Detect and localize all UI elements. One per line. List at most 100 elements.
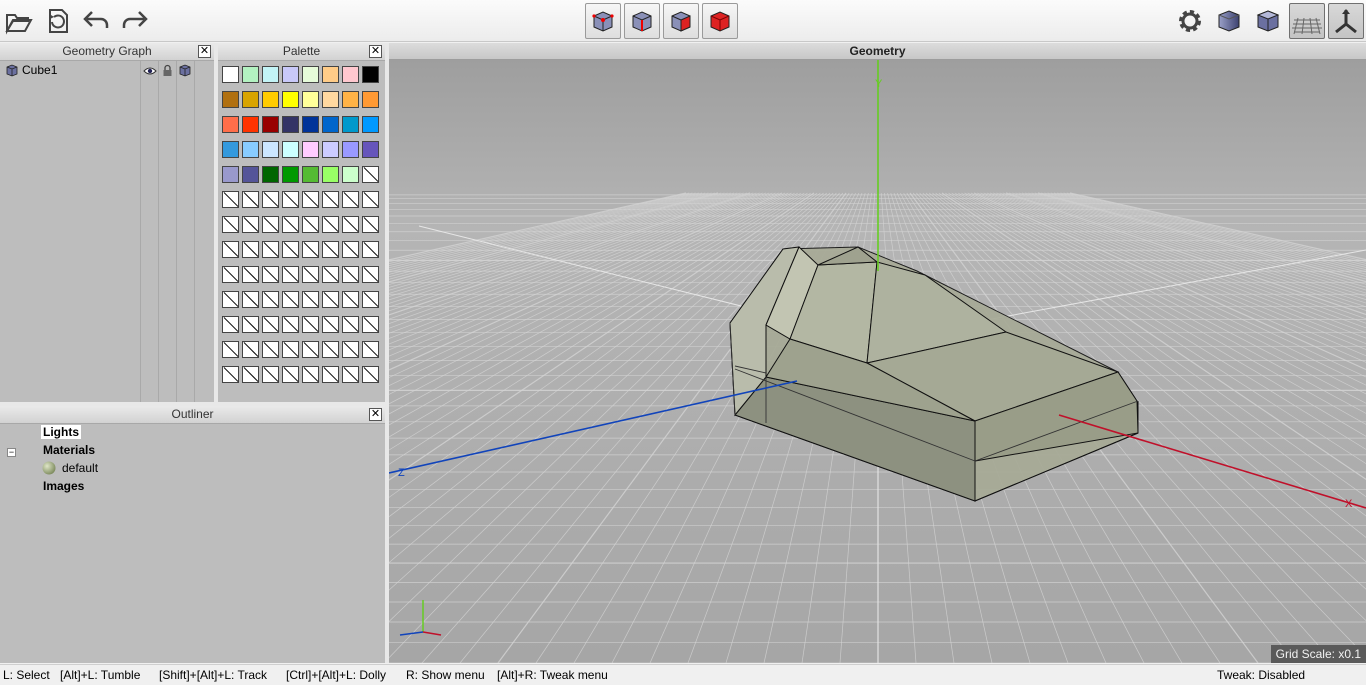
palette-swatch[interactable] xyxy=(242,141,259,158)
palette-empty-swatch[interactable] xyxy=(262,291,279,308)
palette-empty-swatch[interactable] xyxy=(262,241,279,258)
palette-swatch[interactable] xyxy=(222,66,239,83)
palette-empty-swatch[interactable] xyxy=(242,291,259,308)
palette-empty-swatch[interactable] xyxy=(242,341,259,358)
palette-swatch[interactable] xyxy=(262,166,279,183)
palette-empty-swatch[interactable] xyxy=(262,366,279,383)
smooth-shading-button[interactable] xyxy=(1211,3,1247,39)
palette-empty-swatch[interactable] xyxy=(282,266,299,283)
palette-swatch[interactable] xyxy=(362,91,379,108)
palette-swatch[interactable] xyxy=(282,91,299,108)
palette-swatch[interactable] xyxy=(242,116,259,133)
palette-empty-swatch[interactable] xyxy=(242,241,259,258)
palette-empty-swatch[interactable] xyxy=(222,341,239,358)
palette-empty-swatch[interactable] xyxy=(282,291,299,308)
palette-swatch[interactable] xyxy=(342,116,359,133)
palette-swatch[interactable] xyxy=(362,66,379,83)
palette-empty-swatch[interactable] xyxy=(362,266,379,283)
palette-empty-swatch[interactable] xyxy=(282,191,299,208)
palette-swatch[interactable] xyxy=(222,116,239,133)
palette-empty-swatch[interactable] xyxy=(342,191,359,208)
palette-empty-swatch[interactable] xyxy=(242,191,259,208)
palette-empty-swatch[interactable] xyxy=(262,266,279,283)
palette-swatch[interactable] xyxy=(342,66,359,83)
settings-button[interactable] xyxy=(1172,3,1208,39)
palette-empty-swatch[interactable] xyxy=(282,341,299,358)
palette-swatch[interactable] xyxy=(342,91,359,108)
palette-empty-swatch[interactable] xyxy=(362,316,379,333)
axes-toggle[interactable] xyxy=(1328,3,1364,39)
flat-shading-button[interactable] xyxy=(1250,3,1286,39)
palette-swatch[interactable] xyxy=(322,66,339,83)
palette-swatch[interactable] xyxy=(302,66,319,83)
palette-empty-swatch[interactable] xyxy=(302,241,319,258)
palette-empty-swatch[interactable] xyxy=(222,291,239,308)
palette-swatch[interactable] xyxy=(222,141,239,158)
cube-small-icon[interactable] xyxy=(179,64,191,77)
palette-empty-swatch[interactable] xyxy=(362,241,379,258)
palette-swatch[interactable] xyxy=(282,166,299,183)
palette-empty-swatch[interactable] xyxy=(222,216,239,233)
palette-empty-swatch[interactable] xyxy=(302,291,319,308)
palette-empty-swatch[interactable] xyxy=(342,291,359,308)
palette-empty-swatch[interactable] xyxy=(302,316,319,333)
palette-swatch[interactable] xyxy=(242,166,259,183)
palette-empty-swatch[interactable] xyxy=(222,316,239,333)
material-item-default[interactable]: default xyxy=(62,461,98,475)
palette-swatch[interactable] xyxy=(282,66,299,83)
geometry-graph-close-button[interactable]: ✕ xyxy=(198,45,211,58)
palette-swatch[interactable] xyxy=(362,141,379,158)
vertex-select-mode-button[interactable] xyxy=(585,3,621,39)
palette-empty-swatch[interactable] xyxy=(302,216,319,233)
geometry-viewport[interactable]: Y Z X Geometry Grid Scale: x0.1 xyxy=(389,43,1366,663)
palette-empty-swatch[interactable] xyxy=(262,191,279,208)
outliner-materials[interactable]: Materials xyxy=(43,443,95,457)
palette-empty-swatch[interactable] xyxy=(262,216,279,233)
palette-empty-swatch[interactable] xyxy=(302,191,319,208)
edge-select-mode-button[interactable] xyxy=(624,3,660,39)
materials-collapse-toggle[interactable]: − xyxy=(7,448,16,457)
palette-empty-swatch[interactable] xyxy=(322,341,339,358)
eye-icon[interactable] xyxy=(143,65,157,77)
redo-button[interactable] xyxy=(117,3,153,39)
palette-empty-swatch[interactable] xyxy=(302,266,319,283)
palette-empty-swatch[interactable] xyxy=(222,191,239,208)
palette-empty-swatch[interactable] xyxy=(362,366,379,383)
palette-swatch[interactable] xyxy=(322,116,339,133)
palette-empty-swatch[interactable] xyxy=(342,366,359,383)
palette-swatch[interactable] xyxy=(302,166,319,183)
palette-empty-swatch[interactable] xyxy=(282,316,299,333)
palette-empty-swatch[interactable] xyxy=(322,191,339,208)
palette-swatch[interactable] xyxy=(302,141,319,158)
palette-empty-swatch[interactable] xyxy=(322,291,339,308)
palette-empty-swatch[interactable] xyxy=(342,241,359,258)
palette-empty-swatch[interactable] xyxy=(302,366,319,383)
palette-empty-swatch[interactable] xyxy=(342,316,359,333)
body-select-mode-button[interactable] xyxy=(702,3,738,39)
palette-swatch[interactable] xyxy=(322,141,339,158)
palette-swatch[interactable] xyxy=(262,116,279,133)
palette-swatch[interactable] xyxy=(342,166,359,183)
graph-item-row[interactable]: Cube1 xyxy=(0,63,214,82)
palette-empty-swatch[interactable] xyxy=(282,241,299,258)
palette-swatch[interactable] xyxy=(322,166,339,183)
palette-swatch[interactable] xyxy=(242,91,259,108)
palette-swatch[interactable] xyxy=(322,91,339,108)
palette-swatch[interactable] xyxy=(242,66,259,83)
face-select-mode-button[interactable] xyxy=(663,3,699,39)
palette-empty-swatch[interactable] xyxy=(242,316,259,333)
palette-empty-swatch[interactable] xyxy=(222,266,239,283)
palette-swatch[interactable] xyxy=(282,141,299,158)
palette-empty-swatch[interactable] xyxy=(362,341,379,358)
palette-empty-swatch[interactable] xyxy=(242,366,259,383)
palette-swatch[interactable] xyxy=(302,116,319,133)
palette-empty-swatch[interactable] xyxy=(282,216,299,233)
palette-close-button[interactable]: ✕ xyxy=(369,45,382,58)
palette-empty-swatch[interactable] xyxy=(362,191,379,208)
palette-empty-swatch[interactable] xyxy=(222,366,239,383)
palette-empty-swatch[interactable] xyxy=(322,316,339,333)
open-file-button[interactable] xyxy=(1,3,37,39)
ground-plane-toggle[interactable] xyxy=(1289,3,1325,39)
palette-swatch[interactable] xyxy=(262,141,279,158)
palette-swatch[interactable] xyxy=(262,91,279,108)
